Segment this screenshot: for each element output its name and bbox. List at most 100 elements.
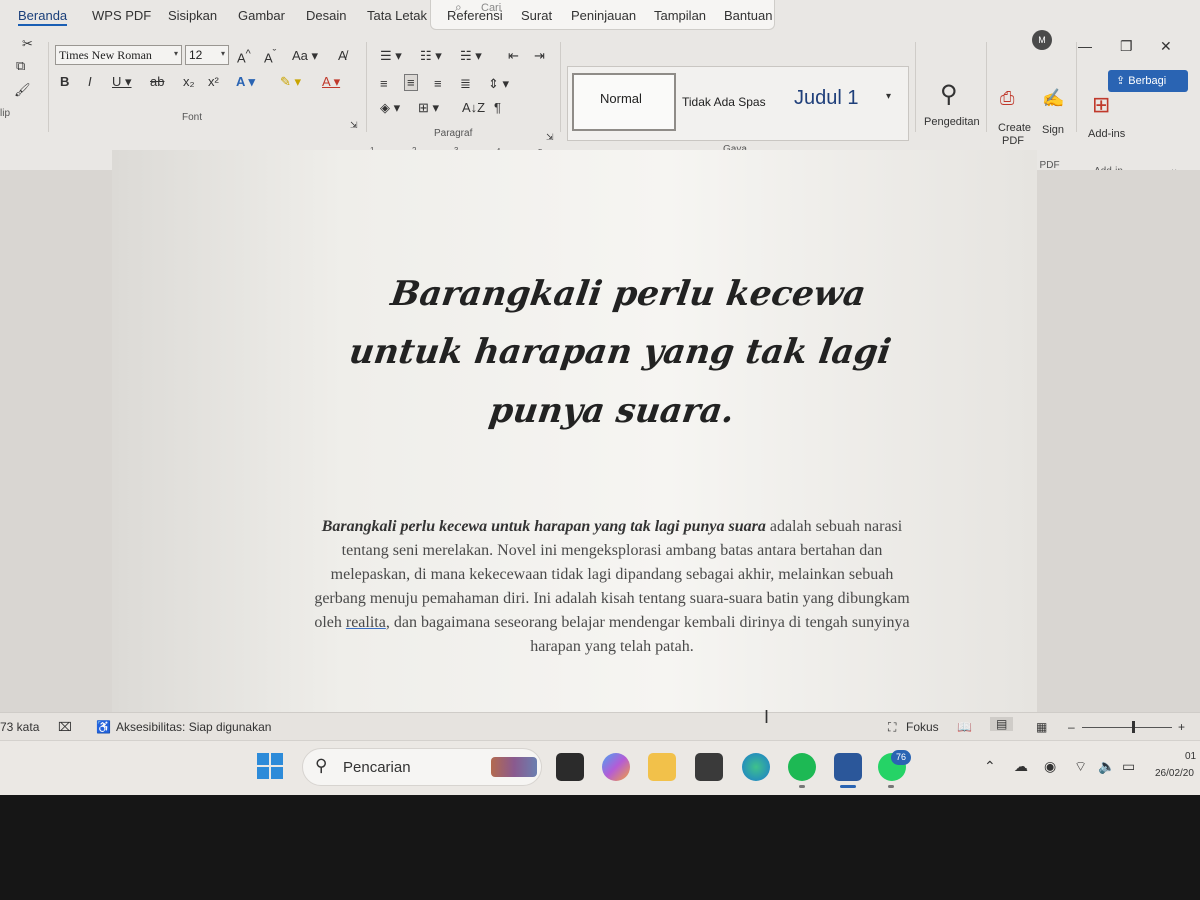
style-normal-label: Normal: [600, 91, 642, 106]
addins-icon[interactable]: ⊞: [1092, 92, 1110, 118]
grow-font-icon[interactable]: A^: [237, 48, 251, 65]
tab-peninjauan[interactable]: Peninjauan: [571, 8, 636, 23]
spotify-icon[interactable]: [788, 753, 816, 781]
sign-label[interactable]: Sign: [1042, 124, 1064, 136]
bullets-icon[interactable]: ☰ ▾: [380, 48, 402, 64]
sign-icon[interactable]: ✍: [1042, 88, 1064, 109]
show-marks-icon[interactable]: ¶: [494, 100, 501, 115]
zoom-out-icon[interactable]: –: [1068, 720, 1075, 734]
word-count[interactable]: 73 kata: [0, 720, 39, 734]
zoom-slider[interactable]: [1082, 721, 1172, 733]
change-case-icon[interactable]: Aa ▾: [292, 48, 318, 64]
align-center-icon[interactable]: ≡: [404, 74, 418, 91]
clear-formatting-icon[interactable]: A̸: [338, 48, 347, 63]
font-color-icon[interactable]: A ▾: [322, 74, 340, 90]
multilevel-list-icon[interactable]: ☵ ▾: [460, 48, 482, 64]
magnifier-icon[interactable]: ⚲: [940, 80, 958, 109]
screen: ⌕ Cari Beranda WPS PDF Sisipkan Gambar D…: [0, 0, 1200, 795]
strikethrough-icon[interactable]: ab: [150, 74, 164, 89]
task-view-icon[interactable]: [556, 753, 584, 781]
zoom-slider-thumb[interactable]: [1131, 721, 1135, 733]
clock-date[interactable]: 26/02/20: [1155, 768, 1194, 779]
battery-icon[interactable]: ▭: [1122, 758, 1135, 775]
web-layout-icon[interactable]: ▦: [1036, 720, 1047, 734]
tab-wps-pdf[interactable]: WPS PDF: [92, 8, 151, 23]
gallery-more-icon[interactable]: ▾: [886, 91, 891, 102]
divider: [1076, 42, 1077, 132]
editing-label[interactable]: Pengeditan: [924, 116, 980, 128]
wifi-icon[interactable]: ⌔: [1074, 758, 1087, 776]
search-icon: ⚲: [315, 756, 328, 775]
body-lead-title: Barangkali perlu kecewa untuk harapan ya…: [321, 518, 766, 535]
tab-sisipkan[interactable]: Sisipkan: [168, 8, 217, 23]
align-left-icon[interactable]: ≡: [380, 76, 388, 91]
word-icon[interactable]: [834, 753, 862, 781]
superscript-icon[interactable]: x²: [208, 74, 219, 89]
microsoft-store-icon[interactable]: [695, 753, 723, 781]
edge-icon[interactable]: [742, 753, 770, 781]
chevron-down-icon: ▾: [173, 49, 178, 58]
tab-bantuan[interactable]: Bantuan: [724, 8, 772, 23]
onedrive-icon[interactable]: ☁: [1014, 758, 1028, 775]
focus-mode-label[interactable]: Fokus: [906, 720, 939, 734]
addins-label[interactable]: Add-ins: [1088, 128, 1125, 140]
format-painter-icon[interactable]: 🖌: [14, 82, 31, 98]
app-tray-icon[interactable]: ◉: [1044, 758, 1056, 775]
borders-icon[interactable]: ⊞ ▾: [418, 100, 439, 116]
copy-icon[interactable]: ⧉: [16, 58, 25, 74]
tab-desain[interactable]: Desain: [306, 8, 346, 23]
text-cursor-icon: I: [764, 707, 770, 727]
volume-icon[interactable]: 🔈: [1098, 758, 1115, 775]
print-layout-icon[interactable]: ▤: [990, 717, 1014, 731]
shading-icon[interactable]: ◈ ▾: [380, 100, 400, 116]
tab-tampilan[interactable]: Tampilan: [654, 8, 706, 23]
tab-referensi[interactable]: Referensi: [447, 8, 503, 23]
accessibility-status[interactable]: Aksesibilitas: Siap digunakan: [116, 720, 271, 734]
tab-tata-letak[interactable]: Tata Letak: [367, 8, 427, 23]
notification-badge: 76: [891, 750, 911, 765]
shrink-font-icon[interactable]: Aˇ: [264, 48, 276, 65]
decrease-indent-icon[interactable]: ⇤: [508, 48, 519, 64]
tab-gambar[interactable]: Gambar: [238, 8, 285, 23]
taskbar-search[interactable]: ⚲ Pencarian: [302, 748, 542, 786]
dialog-launcher-icon[interactable]: ⇲: [350, 120, 358, 131]
cut-icon[interactable]: ✂: [22, 36, 33, 52]
document-title[interactable]: Barangkali perlu kecewa untuk harapan ya…: [323, 265, 918, 440]
align-right-icon[interactable]: ≡: [434, 76, 442, 91]
copilot-icon[interactable]: [602, 753, 630, 781]
text-effects-icon[interactable]: A ▾: [236, 74, 255, 90]
style-no-spacing[interactable]: Tidak Ada Spas: [680, 73, 784, 131]
sort-icon[interactable]: A↓Z: [462, 100, 485, 115]
document-body[interactable]: Barangkali perlu kecewa untuk harapan ya…: [312, 515, 912, 659]
italic-icon[interactable]: I: [88, 74, 92, 89]
proofing-icon[interactable]: ⌧: [58, 720, 72, 734]
increase-indent-icon[interactable]: ⇥: [534, 48, 545, 64]
create-pdf-icon[interactable]: ⎙: [1000, 88, 1014, 109]
line-spacing-icon[interactable]: ⇕ ▾: [488, 76, 509, 92]
highlight-icon[interactable]: ✎ ▾: [280, 74, 301, 90]
style-heading-1[interactable]: Judul 1: [790, 73, 880, 131]
share-button[interactable]: ⇪ Berbagi: [1108, 70, 1188, 92]
read-mode-icon[interactable]: 📖: [957, 720, 972, 734]
underline-icon[interactable]: U ▾: [112, 74, 132, 90]
taskbar-search-label: Pencarian: [343, 759, 411, 776]
numbering-icon[interactable]: ☷ ▾: [420, 48, 442, 64]
font-name-select[interactable]: Times New Roman ▾: [55, 45, 182, 65]
font-size-select[interactable]: 12 ▾: [185, 45, 229, 65]
clock-time[interactable]: 01: [1185, 751, 1196, 762]
divider: [48, 42, 49, 132]
justify-icon[interactable]: ≣: [460, 76, 471, 92]
bold-icon[interactable]: B: [60, 74, 69, 89]
subscript-icon[interactable]: x₂: [183, 74, 195, 89]
tab-surat[interactable]: Surat: [521, 8, 552, 23]
body-underlined-word: realita: [345, 614, 386, 631]
divider: [915, 42, 916, 132]
file-explorer-icon[interactable]: [648, 753, 676, 781]
style-normal[interactable]: Normal: [572, 73, 676, 131]
zoom-in-icon[interactable]: +: [1178, 720, 1185, 734]
windows-start-button[interactable]: [257, 753, 285, 781]
tab-beranda[interactable]: Beranda: [18, 8, 68, 26]
chevron-up-icon[interactable]: ⌃: [984, 758, 996, 775]
running-indicator: [799, 785, 805, 788]
body-text: , dan bagaimana seseorang belajar menden…: [385, 614, 910, 655]
